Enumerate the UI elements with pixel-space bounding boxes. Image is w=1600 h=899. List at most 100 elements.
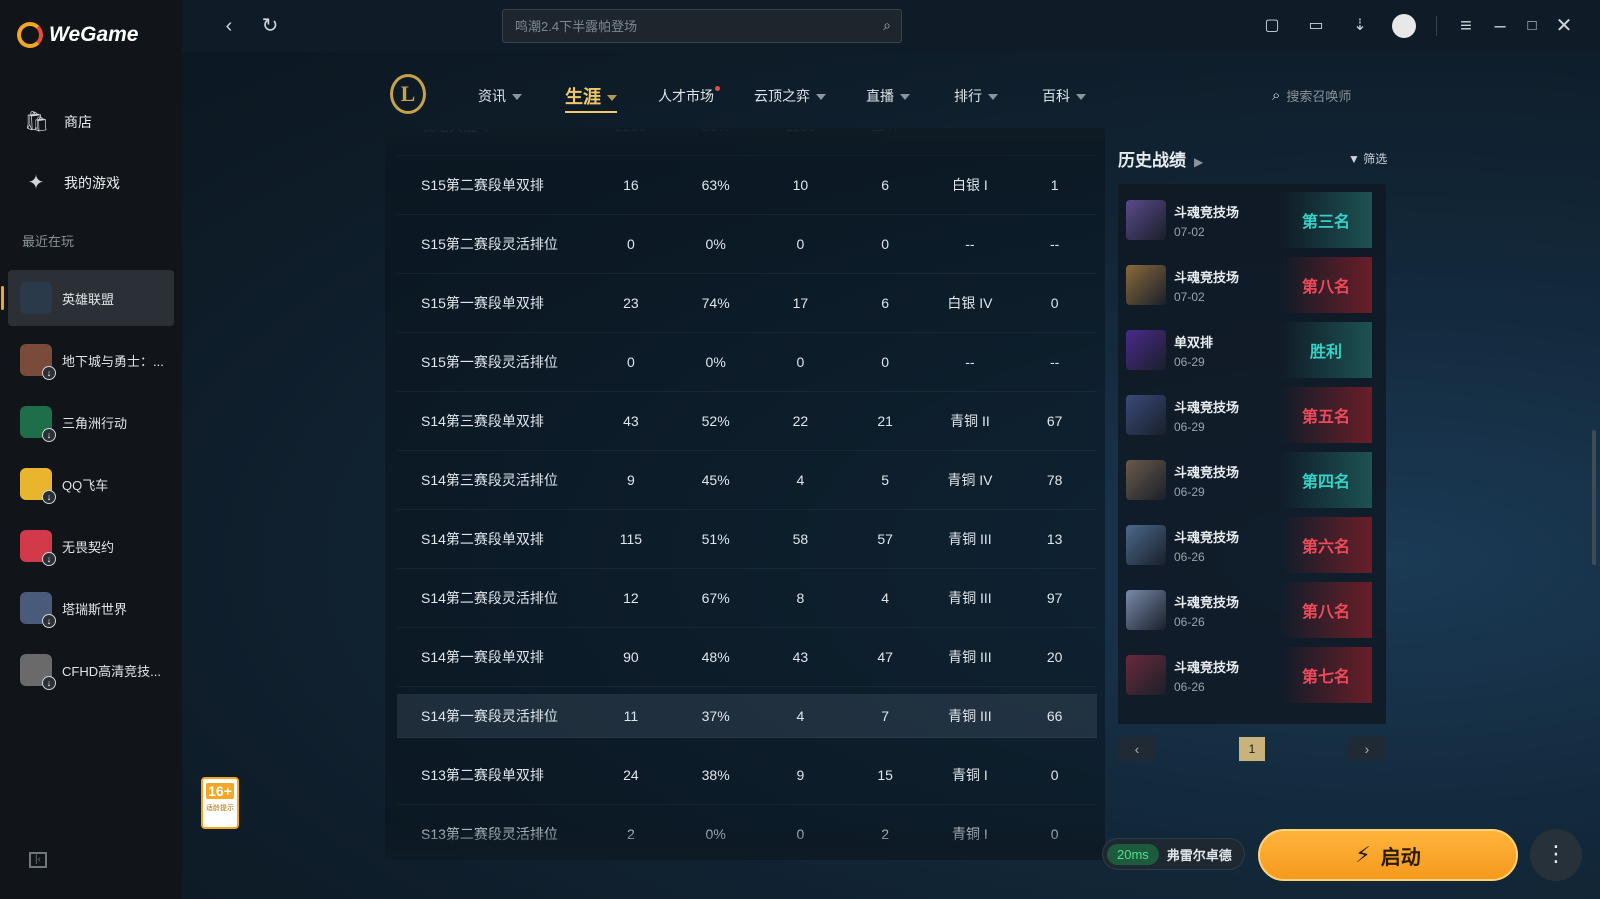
stat-cell: 16 bbox=[623, 176, 639, 193]
match-info: 斗魂竞技场 06-26 bbox=[1174, 657, 1239, 694]
match-item[interactable]: 斗魂竞技场 06-26 第八名 bbox=[1126, 582, 1372, 638]
match-date: 06-26 bbox=[1174, 549, 1205, 564]
match-result[interactable]: 第四名 bbox=[1280, 452, 1372, 508]
match-info: 斗魂竞技场 07-02 bbox=[1174, 202, 1239, 239]
page-scrollbar[interactable] bbox=[1592, 430, 1596, 565]
nav-tab[interactable]: 生涯 bbox=[565, 83, 617, 113]
lol-logo-icon[interactable]: L bbox=[390, 74, 426, 114]
server-name: 弗雷尔卓德 bbox=[1166, 847, 1232, 863]
match-item[interactable]: 单双排 06-29 胜利 bbox=[1126, 322, 1372, 378]
match-mode: 斗魂竞技场 bbox=[1174, 594, 1240, 610]
sidebar-game-item[interactable]: ↓ 无畏契约 bbox=[8, 518, 174, 574]
match-item[interactable]: 斗魂竞技场 06-26 第六名 bbox=[1126, 517, 1372, 573]
sidebar: WeGame 🛍 商店 ✦ 我的游戏 最近在玩 英雄联盟 ↓ 地下城与勇士：... ↓… bbox=[0, 0, 182, 899]
match-item[interactable]: 斗魂竞技场 07-02 第三名 bbox=[1126, 192, 1372, 248]
download-icon[interactable]: ⇣ bbox=[1348, 14, 1372, 38]
refresh-icon[interactable]: ↻ bbox=[258, 14, 282, 38]
queue-name-cell: S14第一赛段单双排 bbox=[421, 648, 544, 665]
collapse-sidebar-icon[interactable]: |‹ bbox=[29, 852, 47, 868]
close-icon[interactable]: ✕ bbox=[1552, 14, 1576, 38]
match-result[interactable]: 第五名 bbox=[1280, 387, 1372, 443]
match-item[interactable]: 斗魂竞技场 06-29 第五名 bbox=[1126, 387, 1372, 443]
filter-label: 筛选 bbox=[1363, 152, 1388, 166]
stat-cell: 4 bbox=[881, 589, 890, 606]
match-mode: 斗魂竞技场 bbox=[1174, 269, 1240, 285]
table-row: 极地大乱斗228050%11391147---- bbox=[397, 128, 1097, 156]
match-date: 06-26 bbox=[1174, 614, 1205, 629]
match-item[interactable]: 斗魂竞技场 06-29 第四名 bbox=[1126, 452, 1372, 508]
search-input[interactable] bbox=[503, 10, 901, 42]
history-title[interactable]: 历史战绩 ▶ bbox=[1118, 146, 1203, 171]
sidebar-game-item[interactable]: ↓ QQ飞车 bbox=[8, 456, 174, 512]
summoner-search[interactable]: ⌕ 搜索召唤师 bbox=[1272, 86, 1351, 105]
nav-tab-label: 人才市场 bbox=[658, 88, 714, 104]
folder-icon[interactable]: ▢ bbox=[1260, 14, 1284, 38]
match-result[interactable]: 第八名 bbox=[1280, 257, 1372, 313]
match-result[interactable]: 第三名 bbox=[1280, 192, 1372, 248]
nav-my-games[interactable]: ✦ 我的游戏 bbox=[8, 155, 174, 211]
nav-tab[interactable]: 排行 bbox=[954, 86, 998, 106]
stat-cell: 0 bbox=[881, 353, 890, 370]
wegame-logo[interactable]: WeGame bbox=[17, 22, 139, 48]
stat-cell: 51% bbox=[701, 530, 730, 547]
chevron-down-icon bbox=[816, 94, 826, 101]
nav-tab[interactable]: 云顶之弈 bbox=[754, 86, 826, 106]
queue-name-cell: S14第二赛段灵活排位 bbox=[421, 589, 558, 606]
sidebar-game-item[interactable]: ↓ CFHD高清竞技... bbox=[8, 642, 174, 698]
match-result[interactable]: 胜利 bbox=[1280, 322, 1372, 378]
server-selector[interactable]: 20ms 弗雷尔卓德 bbox=[1102, 838, 1245, 870]
match-item[interactable]: 斗魂竞技场 06-26 第七名 bbox=[1126, 647, 1372, 703]
nav-tab[interactable]: 资讯 bbox=[478, 86, 522, 106]
sidebar-game-item[interactable]: 英雄联盟 bbox=[1, 270, 174, 326]
table-row: S14第一赛段灵活排位 11 37% 4 7 青铜 III 66 bbox=[397, 694, 1097, 738]
avatar[interactable] bbox=[1392, 14, 1416, 38]
match-mode: 斗魂竞技场 bbox=[1174, 529, 1240, 545]
nav-shop[interactable]: 🛍 商店 bbox=[8, 94, 174, 150]
nav-tab[interactable]: 人才市场 bbox=[658, 86, 720, 106]
queue-name-cell: S14第三赛段灵活排位 bbox=[421, 471, 558, 488]
launch-button[interactable]: ⚡ 启动 bbox=[1258, 829, 1518, 881]
prev-page-button[interactable]: ‹ bbox=[1118, 737, 1156, 761]
table-row: S15第二赛段灵活排位 0 0% 0 0 -- -- bbox=[397, 214, 1097, 274]
stat-cell: 0 bbox=[1050, 766, 1059, 783]
sidebar-game-item[interactable]: ↓ 三角洲行动 bbox=[8, 394, 174, 450]
message-icon[interactable]: ▭ bbox=[1304, 14, 1328, 38]
stat-cell: 10 bbox=[792, 176, 809, 193]
lol-icon bbox=[20, 282, 52, 314]
match-result[interactable]: 第七名 bbox=[1280, 647, 1372, 703]
stat-cell: 0 bbox=[881, 235, 890, 252]
page-number[interactable]: 1 bbox=[1239, 737, 1265, 761]
more-options-icon[interactable]: ⋮ bbox=[1530, 829, 1582, 881]
back-icon[interactable]: ‹ bbox=[217, 14, 241, 38]
next-page-button[interactable]: › bbox=[1348, 737, 1386, 761]
table-row: S15第二赛段单双排 16 63% 10 6 白银 I 1 bbox=[397, 155, 1097, 215]
filter-button[interactable]: ▼ 筛选 bbox=[1348, 150, 1387, 167]
search-icon[interactable]: ⌕ bbox=[883, 17, 891, 34]
table-row: S14第一赛段单双排 90 48% 43 47 青铜 III 20 bbox=[397, 627, 1097, 687]
maximize-icon[interactable]: □ bbox=[1520, 14, 1544, 38]
nav-tab[interactable]: 百科 bbox=[1042, 86, 1086, 106]
valorant-icon: ↓ bbox=[20, 530, 56, 566]
stat-cell: 0 bbox=[1050, 294, 1059, 311]
sidebar-game-item[interactable]: ↓ 塔瑞斯世界 bbox=[8, 580, 174, 636]
stat-cell: 青铜 II bbox=[950, 412, 990, 429]
menu-icon[interactable]: ≡ bbox=[1454, 14, 1478, 38]
stat-cell: 97 bbox=[1046, 589, 1063, 606]
nav-tab[interactable]: 直播 bbox=[866, 86, 910, 106]
match-item[interactable]: 斗魂竞技场 07-02 第八名 bbox=[1126, 257, 1372, 313]
match-result[interactable]: 第六名 bbox=[1280, 517, 1372, 573]
minimize-icon[interactable]: – bbox=[1488, 14, 1512, 38]
table-row: S14第三赛段单双排 43 52% 22 21 青铜 II 67 bbox=[397, 391, 1097, 451]
queue-name-cell: S15第一赛段单双排 bbox=[421, 294, 544, 311]
sidebar-game-item[interactable]: ↓ 地下城与勇士：... bbox=[8, 332, 174, 388]
stat-cell: 2 bbox=[627, 825, 635, 842]
chevron-down-icon bbox=[512, 94, 522, 101]
match-date: 07-02 bbox=[1174, 224, 1205, 239]
stat-cell: 43 bbox=[792, 648, 809, 665]
lightning-icon: ⚡ bbox=[1355, 842, 1371, 867]
stat-cell: 青铜 III bbox=[948, 589, 992, 606]
chevron-down-icon bbox=[1076, 94, 1086, 101]
stat-cell: 0 bbox=[1050, 825, 1059, 842]
queue-name-cell: S13第二赛段单双排 bbox=[421, 766, 544, 783]
match-result[interactable]: 第八名 bbox=[1280, 582, 1372, 638]
